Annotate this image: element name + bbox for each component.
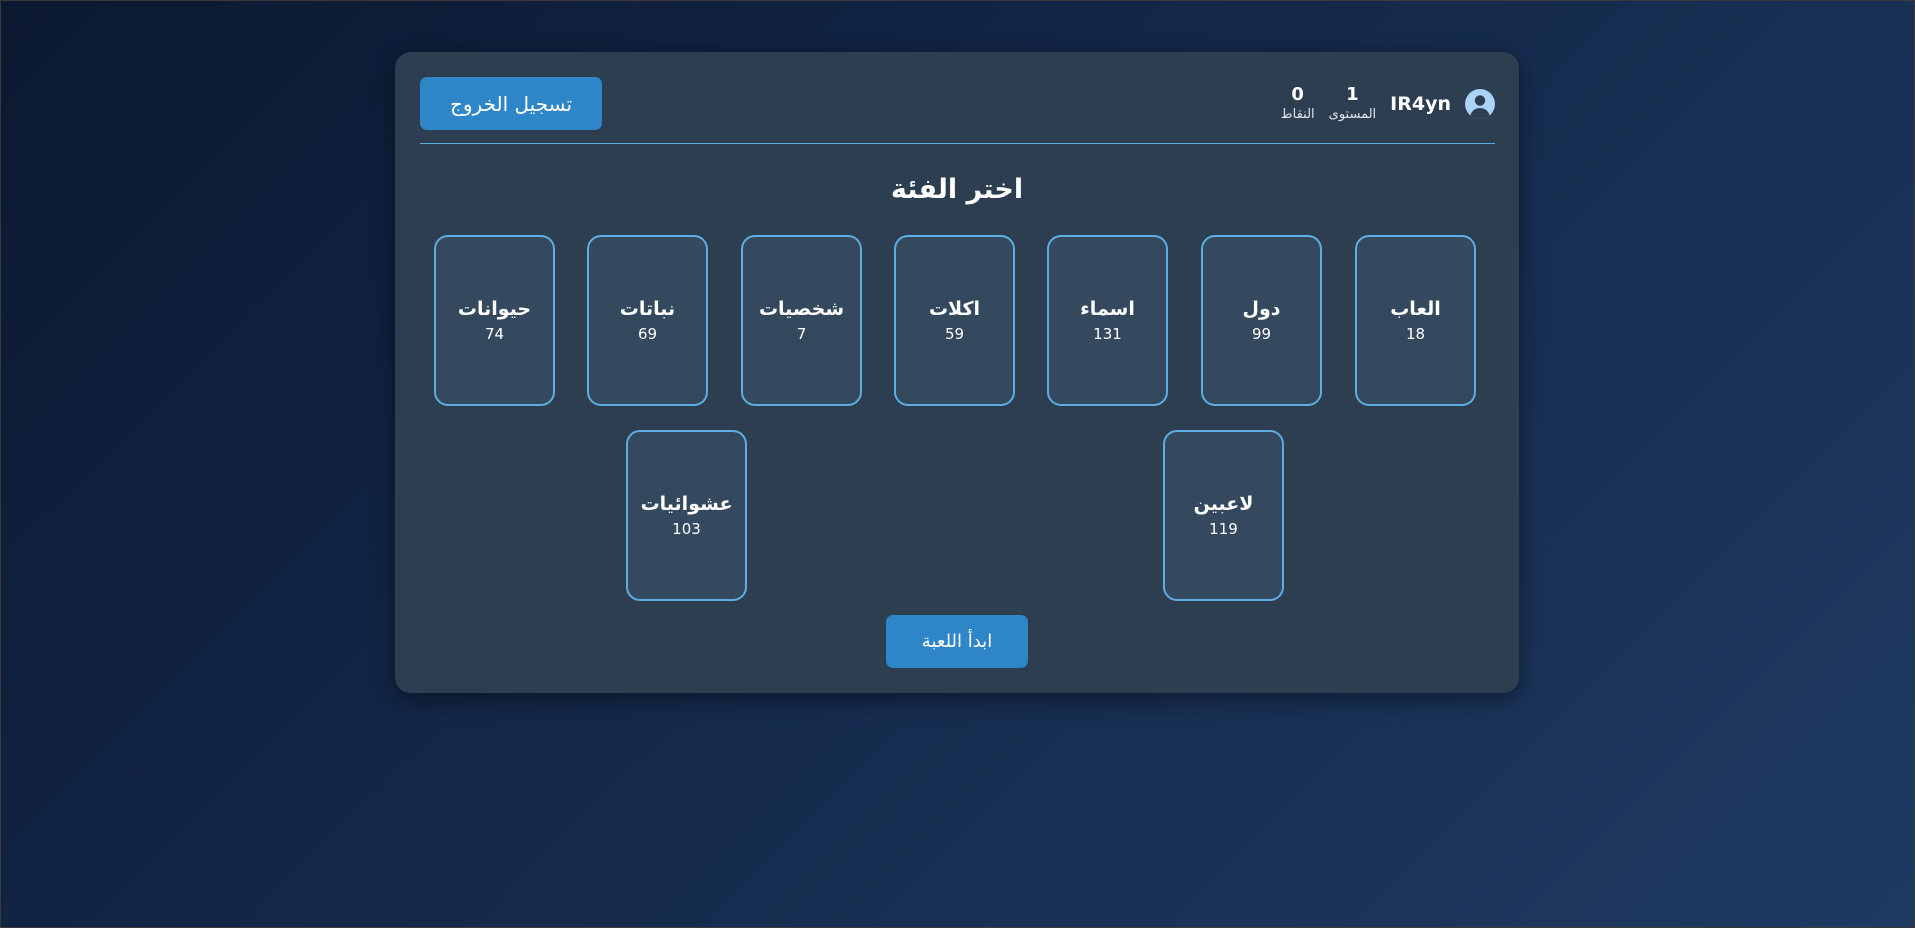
category-count: 59 — [944, 324, 965, 343]
category-card-foods[interactable]: اكلات 59 — [894, 235, 1015, 406]
category-count: 74 — [484, 324, 505, 343]
logout-button[interactable]: تسجيل الخروج — [420, 77, 602, 130]
category-count: 131 — [1093, 324, 1122, 343]
category-count: 119 — [1209, 519, 1238, 538]
category-card-countries[interactable]: دول 99 — [1201, 235, 1322, 406]
user-circle-icon — [1465, 88, 1495, 119]
header-divider — [420, 143, 1495, 144]
points-value: 0 — [1291, 83, 1304, 105]
main-panel: تسجيل الخروج IR4yn 1 المستوى 0 النقاط اخ… — [395, 52, 1519, 693]
category-card-names[interactable]: اسماء 131 — [1047, 235, 1168, 406]
level-stat: 1 المستوى — [1329, 85, 1377, 122]
category-count: 69 — [637, 324, 658, 343]
category-card-plants[interactable]: نباتات 69 — [587, 235, 708, 406]
category-card-random[interactable]: عشوائيات 103 — [626, 430, 747, 601]
page-title: اختر الفئة — [890, 174, 1024, 205]
category-name: دول — [1242, 298, 1281, 321]
category-name: عشوائيات — [640, 493, 733, 516]
category-count: 103 — [672, 519, 701, 538]
level-value: 1 — [1346, 83, 1359, 105]
category-card-characters[interactable]: شخصيات 7 — [741, 235, 862, 406]
category-name: شخصيات — [758, 298, 845, 321]
category-count: 18 — [1405, 324, 1426, 343]
category-name: نباتات — [619, 298, 676, 321]
header: تسجيل الخروج IR4yn 1 المستوى 0 النقاط — [420, 77, 1495, 130]
category-name: لاعبين — [1193, 493, 1254, 516]
points-label: النقاط — [1280, 106, 1315, 122]
user-info: IR4yn 1 المستوى 0 النقاط — [1281, 77, 1495, 130]
points-stat: 0 النقاط — [1281, 85, 1315, 122]
category-count: 7 — [796, 324, 807, 343]
username: IR4yn — [1390, 92, 1451, 115]
category-name: العاب — [1390, 298, 1441, 321]
category-name: اسماء — [1080, 298, 1135, 321]
start-game-button[interactable]: ابدأ اللعبة — [886, 615, 1028, 668]
category-card-games[interactable]: العاب 18 — [1355, 235, 1476, 406]
category-name: اكلات — [928, 298, 981, 321]
category-card-animals[interactable]: حيوانات 74 — [434, 235, 555, 406]
level-label: المستوى — [1328, 106, 1377, 122]
category-count: 99 — [1251, 324, 1272, 343]
category-name: حيوانات — [457, 298, 532, 321]
category-card-players[interactable]: لاعبين 119 — [1163, 430, 1284, 601]
